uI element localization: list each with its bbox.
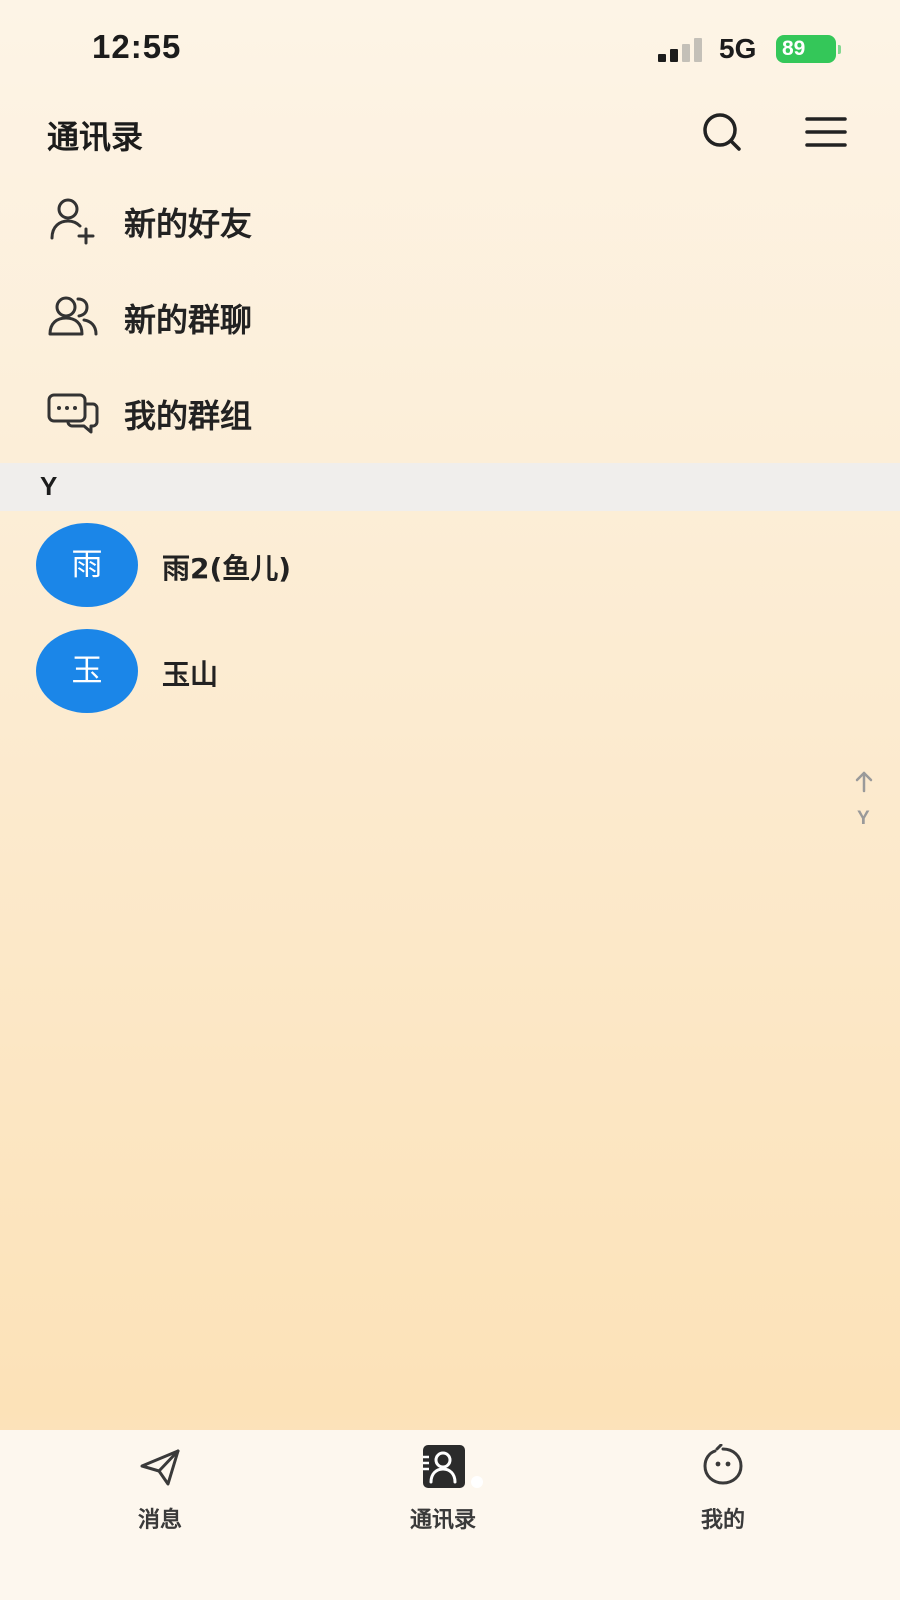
contact-name: 玉山 [162, 658, 219, 691]
network-type: 5G [719, 33, 757, 64]
entry-label: 新的好友 [124, 205, 253, 243]
paper-plane-icon [140, 1449, 180, 1486]
contact-list: 雨 雨2(鱼儿) 玉 玉山 [0, 515, 900, 727]
signal-icon [658, 38, 704, 62]
contact-item[interactable]: 雨 雨2(鱼儿) [0, 515, 900, 621]
quick-entries: 新的好友 新的群聊 我的群组 [0, 172, 900, 460]
status-bar: 12:55 5G 89 [0, 0, 900, 95]
entry-new-friends[interactable]: 新的好友 [0, 172, 900, 268]
avatar: 玉 [36, 629, 138, 713]
alphabet-index: Y [850, 768, 878, 838]
entry-label: 我的群组 [124, 397, 253, 435]
battery-level: 89 [782, 37, 806, 60]
contact-item[interactable]: 玉 玉山 [0, 621, 900, 727]
index-scroll-top[interactable] [850, 768, 878, 796]
tab-me[interactable]: 我的 [643, 1444, 803, 1540]
contact-name: 雨2(鱼儿) [162, 552, 292, 585]
section-letter: Y [40, 471, 58, 501]
tab-bar: 消息 通讯录 我的 [0, 1430, 900, 1600]
active-indicator [471, 1476, 483, 1488]
contacts-icon [423, 1445, 465, 1488]
entry-my-groups[interactable]: 我的群组 [0, 364, 900, 460]
battery-icon: 89 [776, 35, 841, 63]
header: 通讯录 [0, 95, 900, 170]
menu-icon [805, 117, 847, 147]
index-letter-y[interactable]: Y [857, 808, 870, 830]
page-title: 通讯录 [47, 118, 144, 156]
avatar: 雨 [36, 523, 138, 607]
status-time: 12:55 [92, 28, 182, 65]
tab-label: 通讯录 [409, 1508, 476, 1533]
search-icon [703, 113, 741, 151]
smile-bubble-icon [703, 1444, 743, 1485]
menu-button[interactable] [804, 111, 848, 155]
group-icon [48, 296, 98, 336]
tab-contacts[interactable]: 通讯录 [363, 1444, 523, 1540]
arrow-up-icon [855, 771, 873, 793]
tab-label: 消息 [137, 1508, 182, 1533]
search-button[interactable] [700, 111, 744, 155]
chat-bubbles-icon [47, 393, 99, 434]
add-user-icon [50, 198, 95, 245]
section-header: Y [0, 463, 900, 511]
entry-new-group-chat[interactable]: 新的群聊 [0, 268, 900, 364]
tab-label: 我的 [700, 1508, 745, 1533]
tab-messages[interactable]: 消息 [80, 1444, 240, 1540]
entry-label: 新的群聊 [124, 301, 253, 339]
